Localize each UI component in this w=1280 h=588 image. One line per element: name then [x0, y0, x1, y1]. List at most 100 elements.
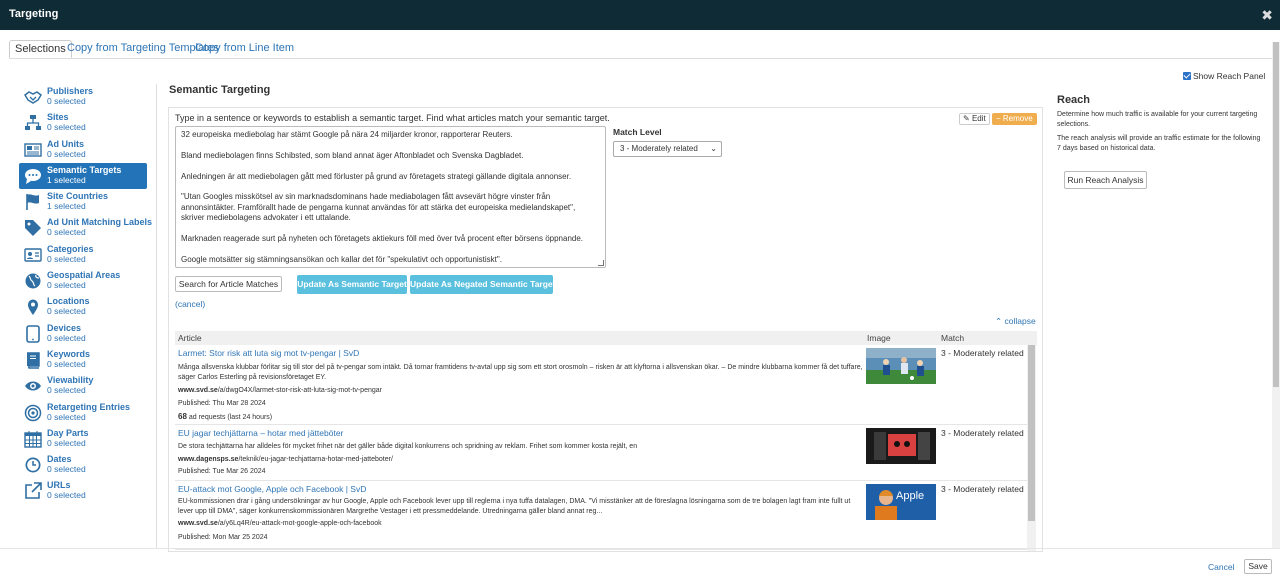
- sidebar-item-label: Ad Unit Matching Labels: [47, 217, 153, 228]
- sidebar-item-dates[interactable]: Dates 0 selected: [19, 452, 147, 478]
- reach-title: Reach: [1057, 94, 1091, 106]
- article-thumbnail: [866, 348, 936, 384]
- article-match-level: 3 - Moderately related: [941, 348, 1024, 358]
- article-path: /a/dwgO4X/larmet-stor-risk-att-luta-sig-…: [217, 387, 382, 394]
- semantic-instruction: Type in a sentence or keywords to establ…: [175, 113, 610, 123]
- sidebar-item-ad-units[interactable]: Ad Units 0 selected: [19, 137, 147, 163]
- sidebar-item-semantic-targets[interactable]: Semantic Targets 1 selected: [19, 162, 147, 190]
- pencil-icon: ✎: [963, 114, 970, 123]
- sidebar-item-label: Day Parts: [47, 427, 89, 438]
- address-card-icon: [24, 246, 42, 264]
- close-icon[interactable]: ✖: [1261, 7, 1273, 24]
- svg-text:Apple: Apple: [896, 490, 924, 502]
- sidebar-item-count: 0 selected: [47, 437, 86, 448]
- sidebar-item-count: 0 selected: [47, 122, 86, 133]
- article-description: De stora techjättarna har alldeles för m…: [178, 443, 638, 450]
- table-header: Article Image Match: [175, 331, 1037, 345]
- match-level-label: Match Level: [613, 127, 662, 137]
- sidebar-item-label: Publishers: [47, 86, 94, 96]
- tablet-icon: [24, 324, 42, 343]
- chevron-up-icon: ⌃: [995, 316, 1003, 326]
- semantic-text-input[interactable]: 32 europeiska mediebolag har stämt Googl…: [175, 126, 606, 268]
- search-article-matches-button[interactable]: Search for Article Matches: [175, 276, 282, 292]
- article-domain: www.svd.se: [178, 520, 218, 527]
- article-title-link[interactable]: Larmet: Stor risk att luta sig mot tv-pe…: [178, 348, 359, 358]
- sidebar-item-publishers[interactable]: Publishers 0 selected: [19, 84, 147, 110]
- edit-button[interactable]: ✎ Edit: [959, 113, 990, 125]
- resize-handle[interactable]: [598, 260, 604, 266]
- sidebar-item-label: Semantic Targets: [47, 164, 122, 175]
- sidebar-item-count: 0 selected: [47, 332, 86, 343]
- ad-request-label: ad requests (last 24 hours): [188, 414, 273, 421]
- sidebar-item-retargeting-entries[interactable]: Retargeting Entries 0 selected: [19, 400, 147, 426]
- tag-icon: [24, 219, 42, 237]
- text-paragraph: Google motsätter sig stämningsansökan oc…: [181, 254, 502, 264]
- sidebar-item-label: Ad Units: [47, 138, 84, 149]
- save-button[interactable]: Save: [1244, 559, 1272, 574]
- checkbox-checked-icon[interactable]: [1183, 72, 1191, 80]
- sidebar-item-site-countries[interactable]: Site Countries 1 selected: [19, 189, 147, 215]
- article-published: Published: Thu Mar 28 2024: [178, 400, 266, 407]
- sidebar-item-sites[interactable]: Sites 0 selected: [19, 110, 147, 136]
- collapse-link[interactable]: ⌃ collapse: [995, 316, 1036, 327]
- update-semantic-target-button[interactable]: Update As Semantic Target: [297, 275, 407, 294]
- sidebar-item-count: 0 selected: [47, 358, 86, 369]
- article-match-level: 3 - Moderately related: [941, 484, 1024, 494]
- show-reach-panel-toggle[interactable]: Show Reach Panel: [1183, 71, 1265, 81]
- sidebar-item-ad-unit-matching-labels[interactable]: Ad Unit Matching Labels 0 selected: [19, 215, 153, 241]
- article-url: www.svd.se/a/y6Lq4R/eu-attack-mot-google…: [178, 520, 382, 527]
- reach-description-2: The reach analysis will provide an traff…: [1057, 135, 1261, 152]
- sidebar-item-label: Viewability: [47, 375, 94, 386]
- sidebar-item-label: Categories: [47, 243, 94, 254]
- cancel-button[interactable]: Cancel: [1208, 562, 1234, 572]
- eye-icon: [24, 377, 42, 395]
- ad-request-count: 68: [178, 412, 187, 421]
- sidebar-item-label: Keywords: [47, 348, 91, 359]
- text-paragraph: 32 europeiska mediebolag har stämt Googl…: [181, 130, 513, 139]
- sidebar-item-viewability[interactable]: Viewability 0 selected: [19, 373, 147, 399]
- show-reach-panel-label: Show Reach Panel: [1193, 71, 1266, 81]
- sidebar-item-count: 1 selected: [47, 201, 86, 212]
- article-path: /a/y6Lq4R/eu-attack-mot-google-apple-och…: [217, 520, 382, 527]
- article-path: /teknik/eu-jagar-techjattarna-hotar-med-…: [238, 456, 393, 463]
- sidebar-item-count: 0 selected: [47, 227, 86, 238]
- match-level-select[interactable]: 3 - Moderately related ⌄: [613, 141, 722, 157]
- targeting-sidebar: Publishers 0 selected Sites 0 selected A…: [19, 84, 153, 505]
- text-paragraph: Anledningen är att mediebolagen gått med…: [181, 171, 572, 181]
- remove-button-label: Remove: [1002, 114, 1033, 123]
- update-negated-semantic-target-button[interactable]: Update As Negated Semantic Target: [410, 275, 555, 294]
- page-title: Semantic Targeting: [169, 84, 271, 96]
- sidebar-item-label: Retargeting Entries: [47, 401, 131, 412]
- sidebar-item-keywords[interactable]: Keywords 0 selected: [19, 347, 147, 373]
- sidebar-item-devices[interactable]: Devices 0 selected: [19, 321, 147, 347]
- sidebar-item-categories[interactable]: Categories 0 selected: [19, 242, 147, 268]
- tab-divider: [9, 58, 1272, 59]
- bullseye-icon: [24, 404, 42, 422]
- reach-description: Determine how much traffic is available …: [1057, 111, 1258, 128]
- sidebar-item-count: 0 selected: [47, 280, 86, 291]
- map-marker-icon: [24, 298, 42, 316]
- results-scrollbar-thumb[interactable]: [1028, 345, 1035, 521]
- sidebar-item-label: Devices: [47, 322, 82, 333]
- collapse-link-label: collapse: [1004, 316, 1036, 326]
- article-url: www.dagensps.se/teknik/eu-jagar-techjatt…: [178, 456, 393, 463]
- page-scrollbar-thumb[interactable]: [1273, 42, 1279, 387]
- table-row: EU jagar techjättarna – hotar med jätteb…: [175, 426, 1027, 481]
- calendar-icon: [24, 430, 42, 448]
- window-title: Targeting: [9, 8, 59, 20]
- sidebar-item-urls[interactable]: URLs 0 selected: [19, 478, 147, 504]
- cancel-link[interactable]: (cancel): [175, 299, 205, 309]
- sidebar-item-count: 0 selected: [47, 96, 86, 106]
- sidebar-item-count: 0 selected: [47, 306, 86, 317]
- sidebar-item-day-parts[interactable]: Day Parts 0 selected: [19, 426, 147, 452]
- run-reach-analysis-button[interactable]: Run Reach Analysis: [1064, 171, 1147, 189]
- sidebar-item-geospatial-areas[interactable]: Geospatial Areas 0 selected: [19, 268, 147, 294]
- speech-bubble-icon: [24, 167, 42, 185]
- tab-copy-from-line-item[interactable]: Copy from Line Item: [190, 40, 299, 58]
- sidebar-item-locations[interactable]: Locations 0 selected: [19, 294, 147, 320]
- column-header-article: Article: [178, 333, 202, 343]
- article-title-link[interactable]: EU jagar techjättarna – hotar med jätteb…: [178, 428, 343, 438]
- article-title-link[interactable]: EU-attack mot Google, Apple och Facebook…: [178, 484, 366, 494]
- remove-button[interactable]: − Remove: [992, 113, 1037, 125]
- match-level-value: 3 - Moderately related: [620, 144, 698, 153]
